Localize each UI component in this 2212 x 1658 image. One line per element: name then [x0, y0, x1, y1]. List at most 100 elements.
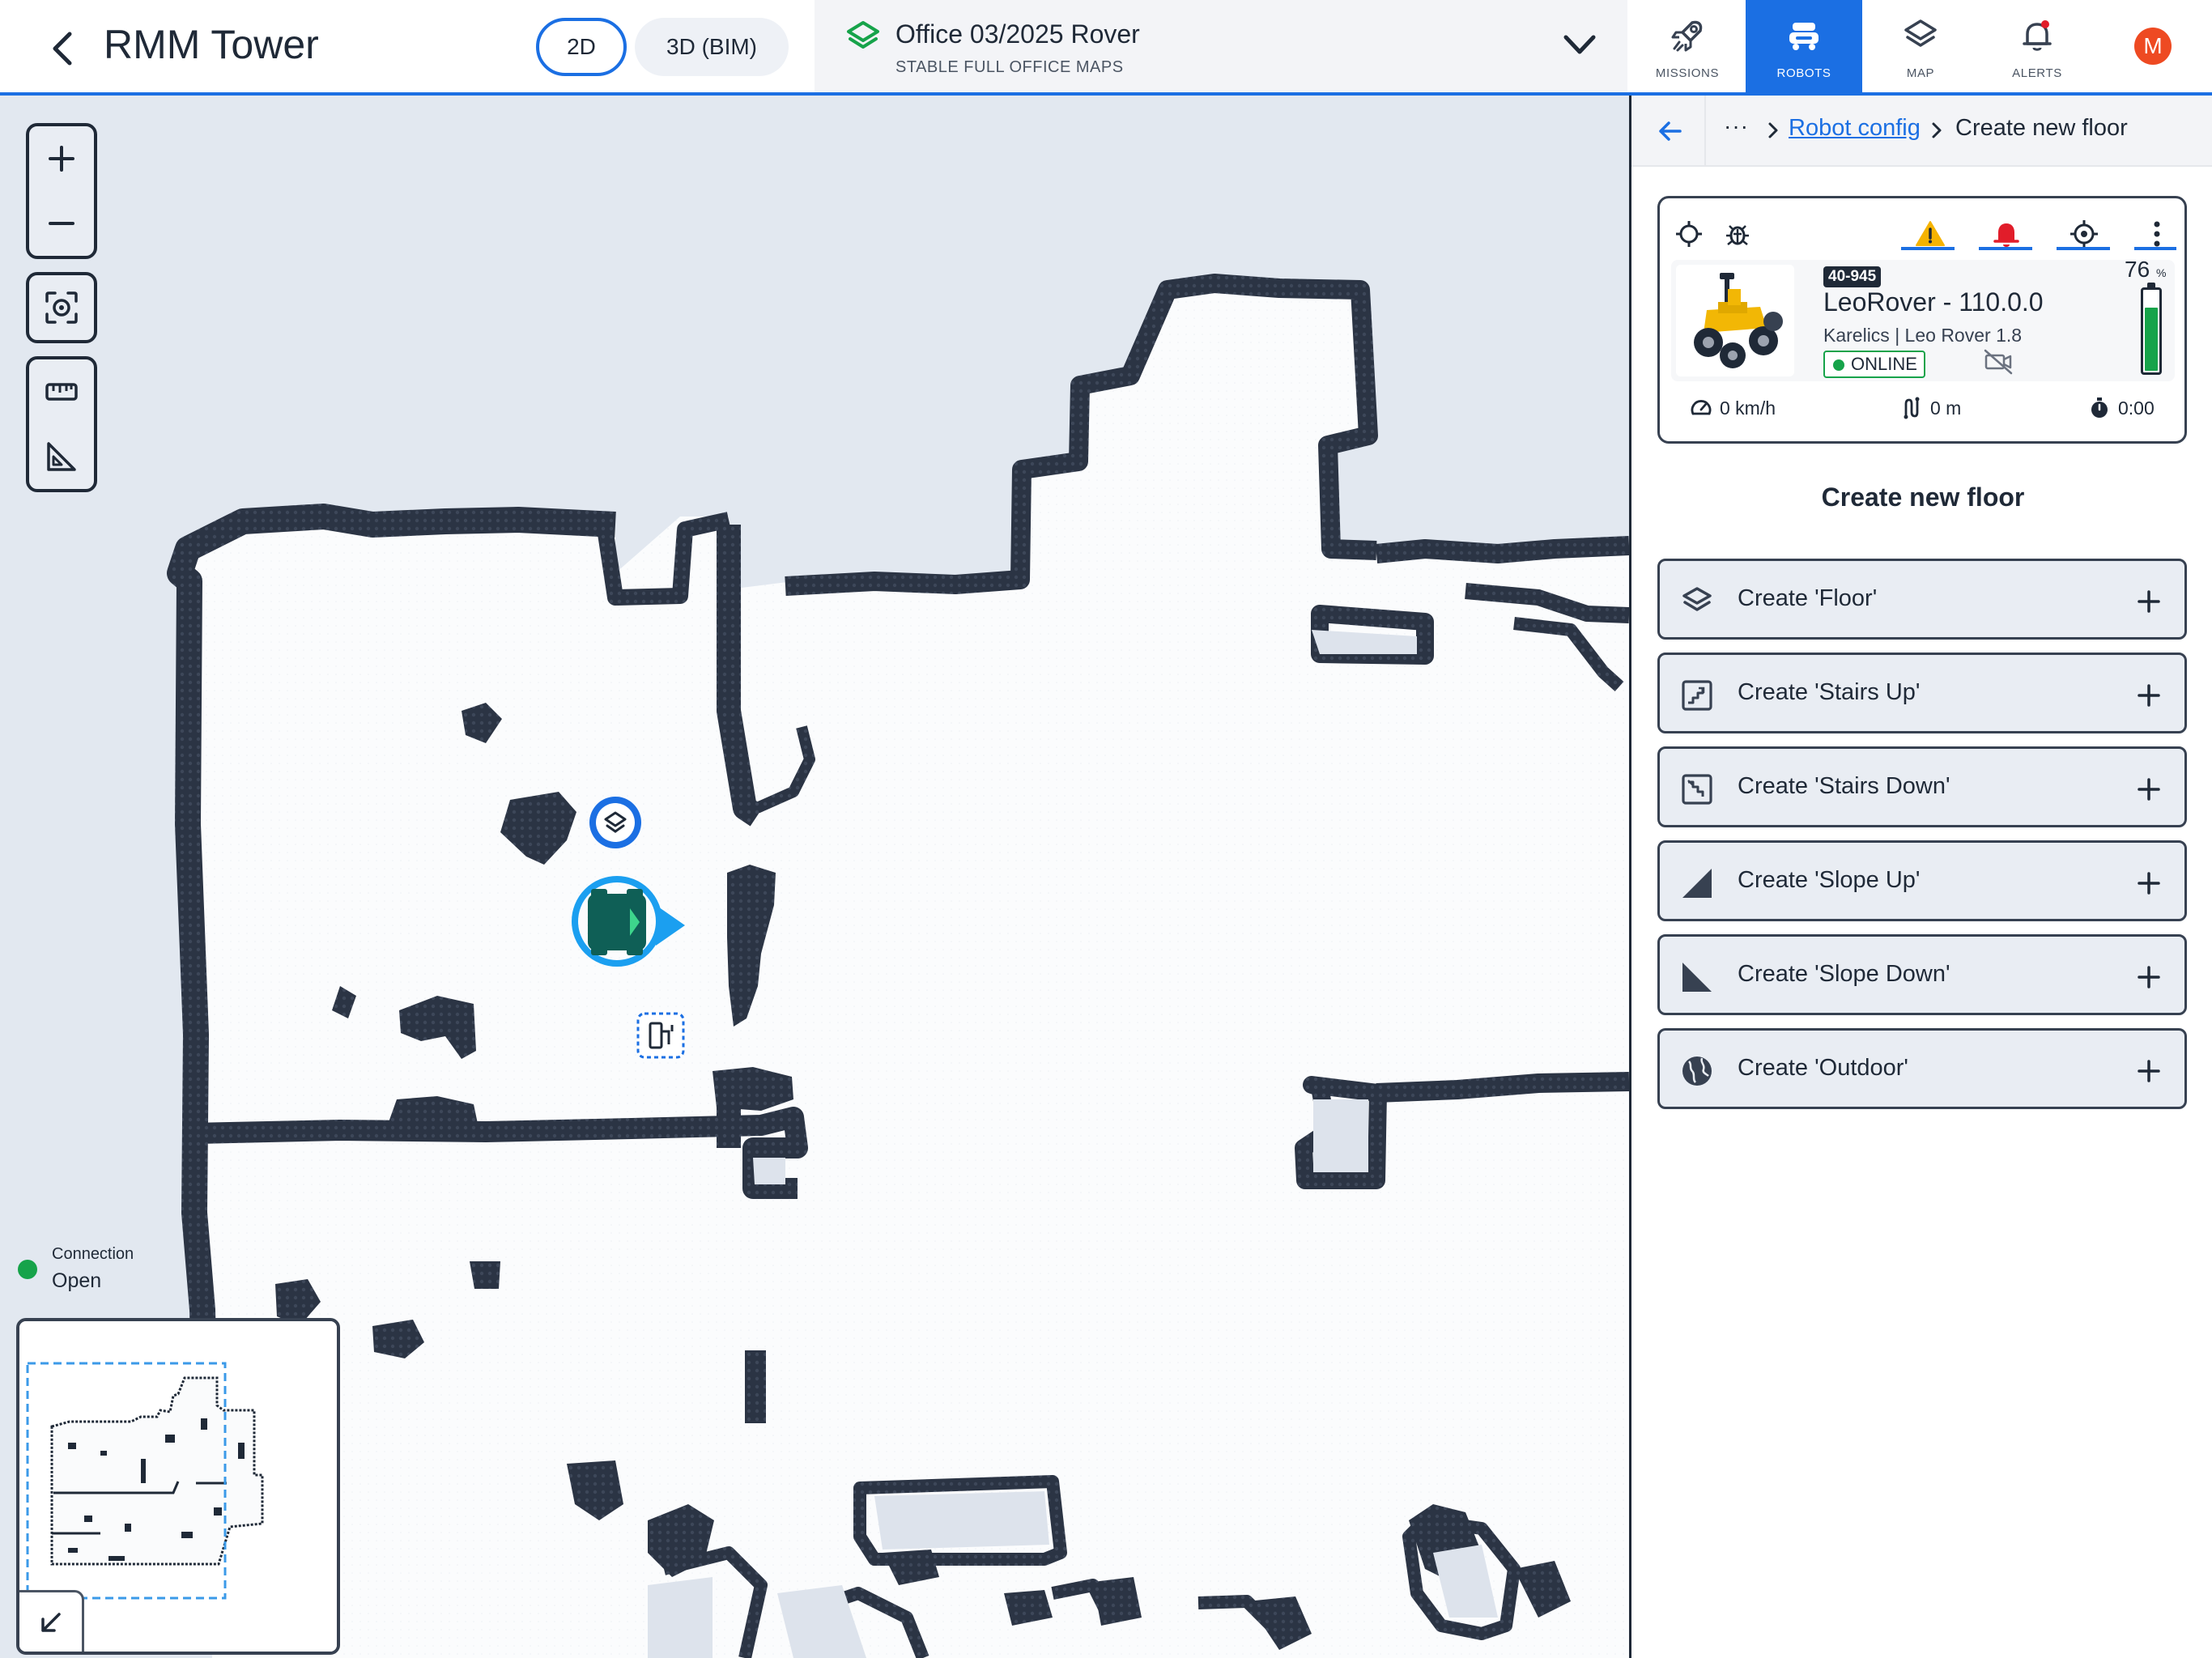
bug-icon[interactable] [1721, 218, 1754, 250]
create-outdoor-label: Create 'Outdoor' [1738, 1055, 1908, 1081]
charging-station-icon[interactable] [636, 1012, 685, 1059]
time-value: 0:00 [2118, 397, 2155, 419]
zoom-controls [26, 123, 97, 259]
slope-up-icon [1682, 869, 1712, 898]
camera-off-icon[interactable] [1982, 346, 2014, 378]
robot-image [1676, 265, 1794, 376]
bell-icon [2023, 20, 2052, 51]
arrow-down-left-icon [40, 1612, 61, 1632]
status-badge: ONLINE [1823, 351, 1925, 378]
tab-robots-label: ROBOTS [1776, 66, 1831, 80]
distance-stat: 0 m [1899, 396, 1961, 420]
plus-icon [2138, 684, 2160, 707]
connection-status-dot [18, 1260, 37, 1279]
breadcrumb-current: Create new floor [1955, 115, 2128, 141]
robot-icon [1789, 23, 1819, 50]
stairs-up-icon [1682, 680, 1712, 711]
chevron-right-icon [1768, 122, 1778, 138]
recenter-button[interactable] [29, 275, 94, 340]
battery-icon [2141, 287, 2162, 375]
arrow-left-icon[interactable] [1654, 115, 1687, 147]
breadcrumb-more[interactable]: ··· [1724, 113, 1749, 139]
map-canvas[interactable]: Connection Open [0, 96, 1629, 1658]
tab-missions[interactable]: MISSIONS [1629, 0, 1746, 92]
zoom-in-button[interactable] [29, 126, 94, 191]
crosshair-icon[interactable] [1673, 218, 1705, 250]
robot-info: 40-945 LeoRover - 110.0.0 Karelics | Leo… [1671, 257, 2175, 381]
measure-controls [26, 356, 97, 492]
tab-map[interactable]: MAP [1862, 0, 1979, 92]
avatar[interactable]: M [2134, 28, 2172, 65]
map-name: Office 03/2025 Rover [895, 19, 1140, 49]
create-stairs-up-button[interactable]: Create 'Stairs Up' [1657, 653, 2187, 733]
robot-name: LeoRover - 110.0.0 [1823, 287, 2044, 317]
plus-icon [49, 146, 74, 172]
layers-icon [847, 21, 879, 49]
top-bar: RMM Tower 2D 3D (BIM) Office 03/2025 Rov… [0, 0, 2212, 96]
chevron-right-icon [1932, 122, 1942, 138]
map-selector[interactable]: Office 03/2025 Rover STABLE FULL OFFICE … [815, 0, 1627, 92]
minimap-collapse-button[interactable] [19, 1590, 84, 1652]
tab-map-label: MAP [1906, 66, 1935, 80]
warning-tab-indicator [1901, 247, 1955, 250]
create-stairs-down-button[interactable]: Create 'Stairs Down' [1657, 746, 2187, 827]
more-tab-indicator [2134, 247, 2176, 250]
time-stat: 0:00 [2087, 396, 2155, 420]
tab-alerts-label: ALERTS [2012, 66, 2062, 80]
speed-stat: 0 km/h [1689, 396, 1776, 420]
bell-icon[interactable] [1990, 218, 2023, 250]
alerts-tab-indicator [1979, 247, 2032, 250]
stopwatch-icon [2091, 397, 2108, 418]
rocket-icon [1671, 20, 1703, 52]
create-floor-label: Create 'Floor' [1738, 585, 1878, 611]
plus-icon [2138, 1060, 2160, 1082]
ruler-button[interactable] [29, 359, 94, 424]
angle-measure-button[interactable] [29, 424, 94, 489]
page-title: RMM Tower [104, 22, 319, 67]
tab-robots[interactable]: ROBOTS [1746, 0, 1862, 92]
view-3d-button[interactable]: 3D (BIM) [635, 18, 789, 76]
tab-missions-label: MISSIONS [1655, 66, 1720, 80]
create-slope-down-button[interactable]: Create 'Slope Down' [1657, 934, 2187, 1015]
layers-icon [1682, 587, 1712, 611]
app-root: RMM Tower 2D 3D (BIM) Office 03/2025 Rov… [0, 0, 2212, 1658]
layers-icon [1904, 19, 1937, 47]
battery-fill [2145, 308, 2158, 371]
create-outdoor-button[interactable]: Create 'Outdoor' [1657, 1028, 2187, 1109]
zoom-out-button[interactable] [29, 191, 94, 256]
focus-icon [45, 291, 78, 324]
create-slope-up-label: Create 'Slope Up' [1738, 867, 1921, 893]
plus-icon [2138, 966, 2160, 988]
robot-floor-badge[interactable] [589, 797, 641, 848]
view-2d-button[interactable]: 2D [536, 18, 627, 76]
connection-value: Open [52, 1269, 102, 1292]
breadcrumb-robot-config-link[interactable]: Robot config [1789, 115, 1921, 142]
focus-controls [26, 272, 97, 343]
create-slope-up-button[interactable]: Create 'Slope Up' [1657, 840, 2187, 921]
create-floor-button[interactable]: Create 'Floor' [1657, 559, 2187, 640]
connection-label: Connection [52, 1245, 134, 1263]
breadcrumb: ··· Robot config Create new floor [1631, 96, 2212, 167]
minimap[interactable] [16, 1318, 340, 1655]
tab-alerts[interactable]: ALERTS [1979, 0, 2095, 92]
robot-stats: 0 km/h 0 m 0:00 [1671, 389, 2175, 432]
robot-model: Karelics | Leo Rover 1.8 [1823, 325, 2023, 346]
map-subtitle: STABLE FULL OFFICE MAPS [895, 58, 1124, 76]
warning-icon[interactable] [1914, 218, 1946, 250]
set-square-icon [47, 442, 76, 471]
plus-icon [2138, 872, 2160, 895]
plus-icon [2138, 590, 2160, 613]
locate-tab-indicator [2057, 247, 2110, 250]
target-icon[interactable] [2068, 218, 2100, 250]
chevron-left-icon[interactable] [40, 24, 89, 73]
battery-unit: % [2155, 266, 2167, 279]
minus-icon [49, 222, 74, 225]
robot-card[interactable]: 40-945 LeoRover - 110.0.0 Karelics | Leo… [1657, 196, 2187, 444]
slope-down-icon [1682, 963, 1712, 992]
distance-value: 0 m [1930, 397, 1962, 419]
section-title: Create new floor [1821, 483, 2025, 512]
chevron-down-icon[interactable] [1558, 26, 1602, 65]
ruler-icon [45, 383, 78, 401]
more-vertical-icon[interactable] [2141, 218, 2173, 250]
robot-id-badge: 40-945 [1823, 266, 1882, 287]
